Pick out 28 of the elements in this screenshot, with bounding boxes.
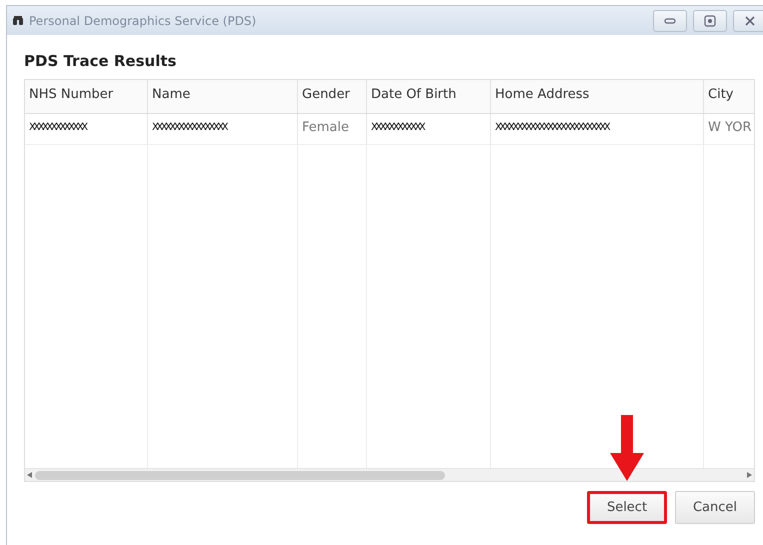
table-row[interactable]: XXXXXXXXXXXXX XXXXXXXXXXXXXXXXX Female XXXXXXXXXXXX XXXXXXXXXXXXXXXXXXXXXXXXXX W YOR [25,114,754,145]
table-cell: XXXXXXXXXXXXXXXXX [148,114,298,144]
section-heading: PDS Trace Results [24,51,178,72]
close-button[interactable] [733,10,763,32]
dialog-button[interactable]: Cancel [675,491,755,524]
dialog-button[interactable]: Select [587,491,667,524]
scroll-left-icon[interactable] [27,472,33,478]
table-cell: XXXXXXXXXXXXX [25,114,148,144]
minimize-button[interactable] [653,10,687,32]
column-header[interactable]: NHS Number [25,80,148,113]
table-cell: XXXXXXXXXXXXXXXXXXXXXXXXXX [491,114,704,144]
column-header[interactable]: Gender [298,80,367,113]
down-arrow-icon [610,415,644,481]
column-header[interactable]: City [704,80,754,113]
close-icon [744,14,756,26]
minimize-icon [664,18,676,24]
column-header[interactable]: Date Of Birth [367,80,491,113]
scroll-right-icon[interactable] [746,472,752,478]
table-cell: Female [298,114,367,144]
maximize-button[interactable] [693,10,727,32]
table-cell: XXXXXXXXXXXX [367,114,491,144]
column-header[interactable]: Home Address [491,80,704,113]
maximize-icon [704,14,716,26]
horizontal-scrollbar[interactable] [25,468,754,481]
table-cell: W YOR [704,114,754,144]
column-header[interactable]: Name [148,80,298,113]
scrollbar-thumb[interactable] [35,471,445,480]
window-title: Personal Demographics Service (PDS) [29,14,256,28]
